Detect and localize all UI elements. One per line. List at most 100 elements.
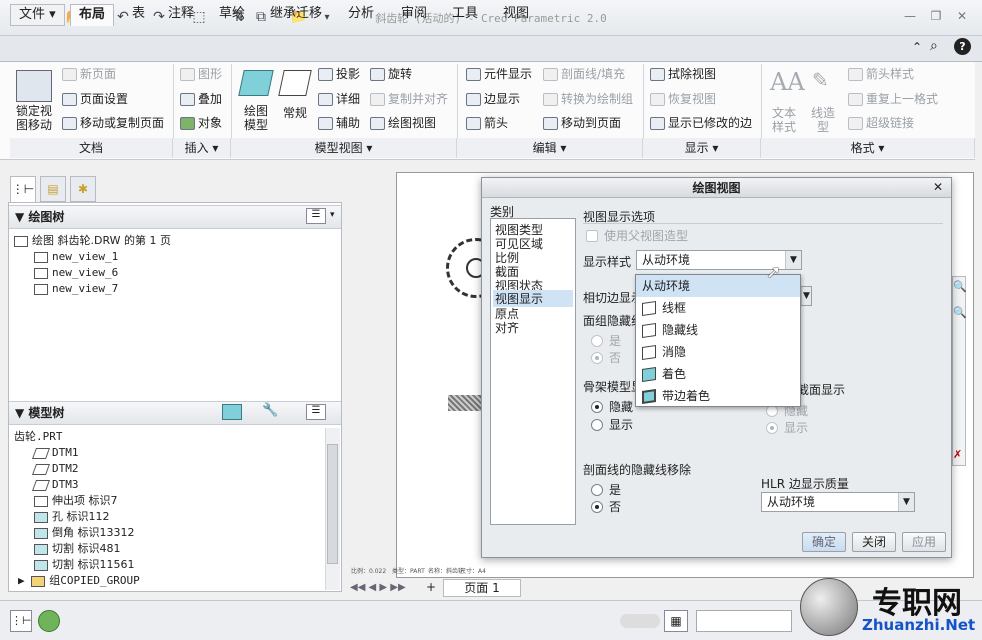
arrow-button[interactable]: 箭头 <box>466 113 508 133</box>
group-insert[interactable]: 插入 ▾ <box>173 138 231 158</box>
option-shaded-edges[interactable]: 带边着色 <box>636 385 800 407</box>
close-dialog-button[interactable]: 关闭 <box>852 532 896 552</box>
graphics-button[interactable]: 图形 <box>180 64 222 84</box>
drawing-tree-header[interactable]: ▼ 绘图树 <box>9 205 341 229</box>
tree-settings-icon[interactable]: ☰ <box>306 404 326 420</box>
line-style-button[interactable]: 线造 型 <box>806 106 840 134</box>
tab-legacy-migration[interactable]: 继承迁移 <box>262 4 330 26</box>
skeleton-show-radio[interactable]: 显示 <box>591 416 633 433</box>
page-nav-arrows[interactable]: ◀◀ ◀ ▶ ▶▶ <box>350 582 406 593</box>
overlay-button[interactable]: 叠加 <box>180 89 222 109</box>
drawing-model-button[interactable]: 绘图 模型 <box>236 104 276 132</box>
scrollbar-thumb[interactable] <box>327 444 338 564</box>
option-hidden-line[interactable]: 隐藏线 <box>636 319 800 341</box>
tangent-edges-select[interactable]: ▼ <box>800 286 812 306</box>
delete-icon[interactable]: ✗ <box>953 448 962 461</box>
ok-button[interactable]: 确定 <box>802 532 846 552</box>
binoculars-icon[interactable]: ▦ <box>664 610 688 632</box>
tab-layout[interactable]: 布局 <box>70 4 115 26</box>
apply-button[interactable]: 应用 <box>902 532 946 552</box>
tab-table[interactable]: 表 <box>124 4 153 26</box>
use-parent-checkbox[interactable]: 使用父视图造型 <box>586 227 688 244</box>
group-document[interactable]: 文档 <box>10 138 173 158</box>
convert-draft-group-button[interactable]: 转换为绘制组 <box>543 89 633 109</box>
text-style-button[interactable]: 文本 样式 <box>766 106 802 134</box>
tab-analysis[interactable]: 分析 <box>340 4 382 26</box>
zoom-in-icon[interactable]: 🔍 <box>953 280 967 293</box>
add-page-button[interactable]: + <box>424 580 438 596</box>
weld-show-radio[interactable]: 显示 <box>766 419 808 436</box>
minimize-button[interactable]: — <box>900 9 920 25</box>
lock-view-move-button[interactable]: 锁定视 图移动 <box>10 104 58 132</box>
tree-settings-icon[interactable]: ☰ <box>306 208 326 224</box>
page-tab[interactable]: 页面 1 <box>443 579 521 597</box>
tree-item[interactable]: 倒角 标识13312 <box>34 525 135 541</box>
arrow-style-button[interactable]: 箭头样式 <box>848 64 914 84</box>
help-icon[interactable]: ? <box>954 38 971 55</box>
projection-button[interactable]: 投影 <box>318 64 360 84</box>
tools-icon[interactable]: 🔧 <box>262 403 278 418</box>
group-format[interactable]: 格式 ▾ <box>761 138 975 158</box>
object-button[interactable]: 对象 <box>180 113 222 133</box>
dropdown-icon[interactable]: ▾ <box>330 210 335 220</box>
tree-item[interactable]: 切割 标识11561 <box>34 557 135 573</box>
move-copy-page-button[interactable]: 移动或复制页面 <box>62 113 164 133</box>
auxiliary-button[interactable]: 辅助 <box>318 113 360 133</box>
tab-tree[interactable]: ⋮⊢ <box>10 176 36 202</box>
edge-display-button[interactable]: 边显示 <box>466 89 520 109</box>
zoom-out-icon[interactable]: 🔍 <box>953 306 967 319</box>
show-navigator-icon[interactable]: ⋮⊢ <box>10 610 32 632</box>
close-button[interactable]: ✕ <box>952 9 972 25</box>
drawing-tree-root[interactable]: 绘图 斜齿轮.DRW 的第 1 页 <box>14 233 171 249</box>
repeat-format-button[interactable]: 重复上一格式 <box>848 89 938 109</box>
tab-folder[interactable]: ▤ <box>40 176 66 202</box>
tab-annotate[interactable]: 注释 <box>160 4 202 26</box>
tab-sketch[interactable]: 草绘 <box>211 4 253 26</box>
move-to-page-button[interactable]: 移动到页面 <box>543 113 621 133</box>
tree-item[interactable]: new_view_7 <box>34 281 118 297</box>
page-setup-button[interactable]: 页面设置 <box>62 89 128 109</box>
collapse-ribbon-icon[interactable]: ⌃ <box>912 40 922 54</box>
dialog-close-icon[interactable]: ✕ <box>933 180 943 194</box>
detail-button[interactable]: 详细 <box>318 89 360 109</box>
restore-button[interactable]: ❐ <box>926 9 946 25</box>
model-tree-root[interactable]: 齿轮.PRT <box>14 429 63 445</box>
hatch-fill-button[interactable]: 剖面线/填充 <box>543 64 625 84</box>
tree-item[interactable]: ▶ 组COPIED_GROUP <box>18 573 140 589</box>
new-page-button[interactable]: 新页面 <box>62 64 116 84</box>
tree-item[interactable]: 切割 标识481 <box>34 541 121 557</box>
component-display-button[interactable]: 元件显示 <box>466 64 532 84</box>
tree-item[interactable]: new_view_6 <box>34 265 118 281</box>
show-modified-edges-button[interactable]: 显示已修改的边 <box>650 113 752 133</box>
tree-item[interactable]: DTM2 <box>31 461 79 477</box>
show-model-icon[interactable] <box>222 404 242 420</box>
group-display[interactable]: 显示 ▾ <box>643 138 761 158</box>
tab-view[interactable]: 视图 <box>495 4 537 26</box>
xsec-yes-radio[interactable]: 是 <box>591 481 621 498</box>
hyperlink-button[interactable]: 超级链接 <box>848 113 914 133</box>
face-hidden-no-radio[interactable]: 否 <box>591 349 621 366</box>
option-no-hidden[interactable]: 消隐 <box>636 341 800 363</box>
tab-tools[interactable]: 工具 <box>444 4 486 26</box>
search-icon[interactable]: ⌕ <box>930 38 938 54</box>
category-alignment[interactable]: 对齐 <box>495 319 519 336</box>
hlr-quality-select[interactable]: 从动环境 ▼ <box>761 492 915 512</box>
tree-item[interactable]: new_view_1 <box>34 249 118 265</box>
filter-combo[interactable] <box>696 610 792 632</box>
skeleton-hide-radio[interactable]: 隐藏 <box>591 398 633 415</box>
revolve-button[interactable]: 旋转 <box>370 64 412 84</box>
copy-align-button[interactable]: 复制并对齐 <box>370 89 448 109</box>
tab-review[interactable]: 审阅 <box>393 4 435 26</box>
drawing-view-button[interactable]: 绘图视图 <box>370 113 436 133</box>
face-hidden-yes-radio[interactable]: 是 <box>591 332 621 349</box>
xsec-no-radio[interactable]: 否 <box>591 498 621 515</box>
option-shaded[interactable]: 着色 <box>636 363 800 385</box>
erase-view-button[interactable]: 拭除视图 <box>650 64 716 84</box>
tree-item[interactable]: 孔 标识112 <box>34 509 110 525</box>
tab-favorites[interactable]: ✱ <box>70 176 96 202</box>
model-tree-header[interactable]: ▼ 模型树 <box>9 401 341 425</box>
group-edit[interactable]: 编辑 ▾ <box>457 138 643 158</box>
option-wireframe[interactable]: 线框 <box>636 297 800 319</box>
tree-item[interactable]: DTM1 <box>31 445 79 461</box>
tree-item[interactable]: 伸出项 标识7 <box>34 493 118 509</box>
